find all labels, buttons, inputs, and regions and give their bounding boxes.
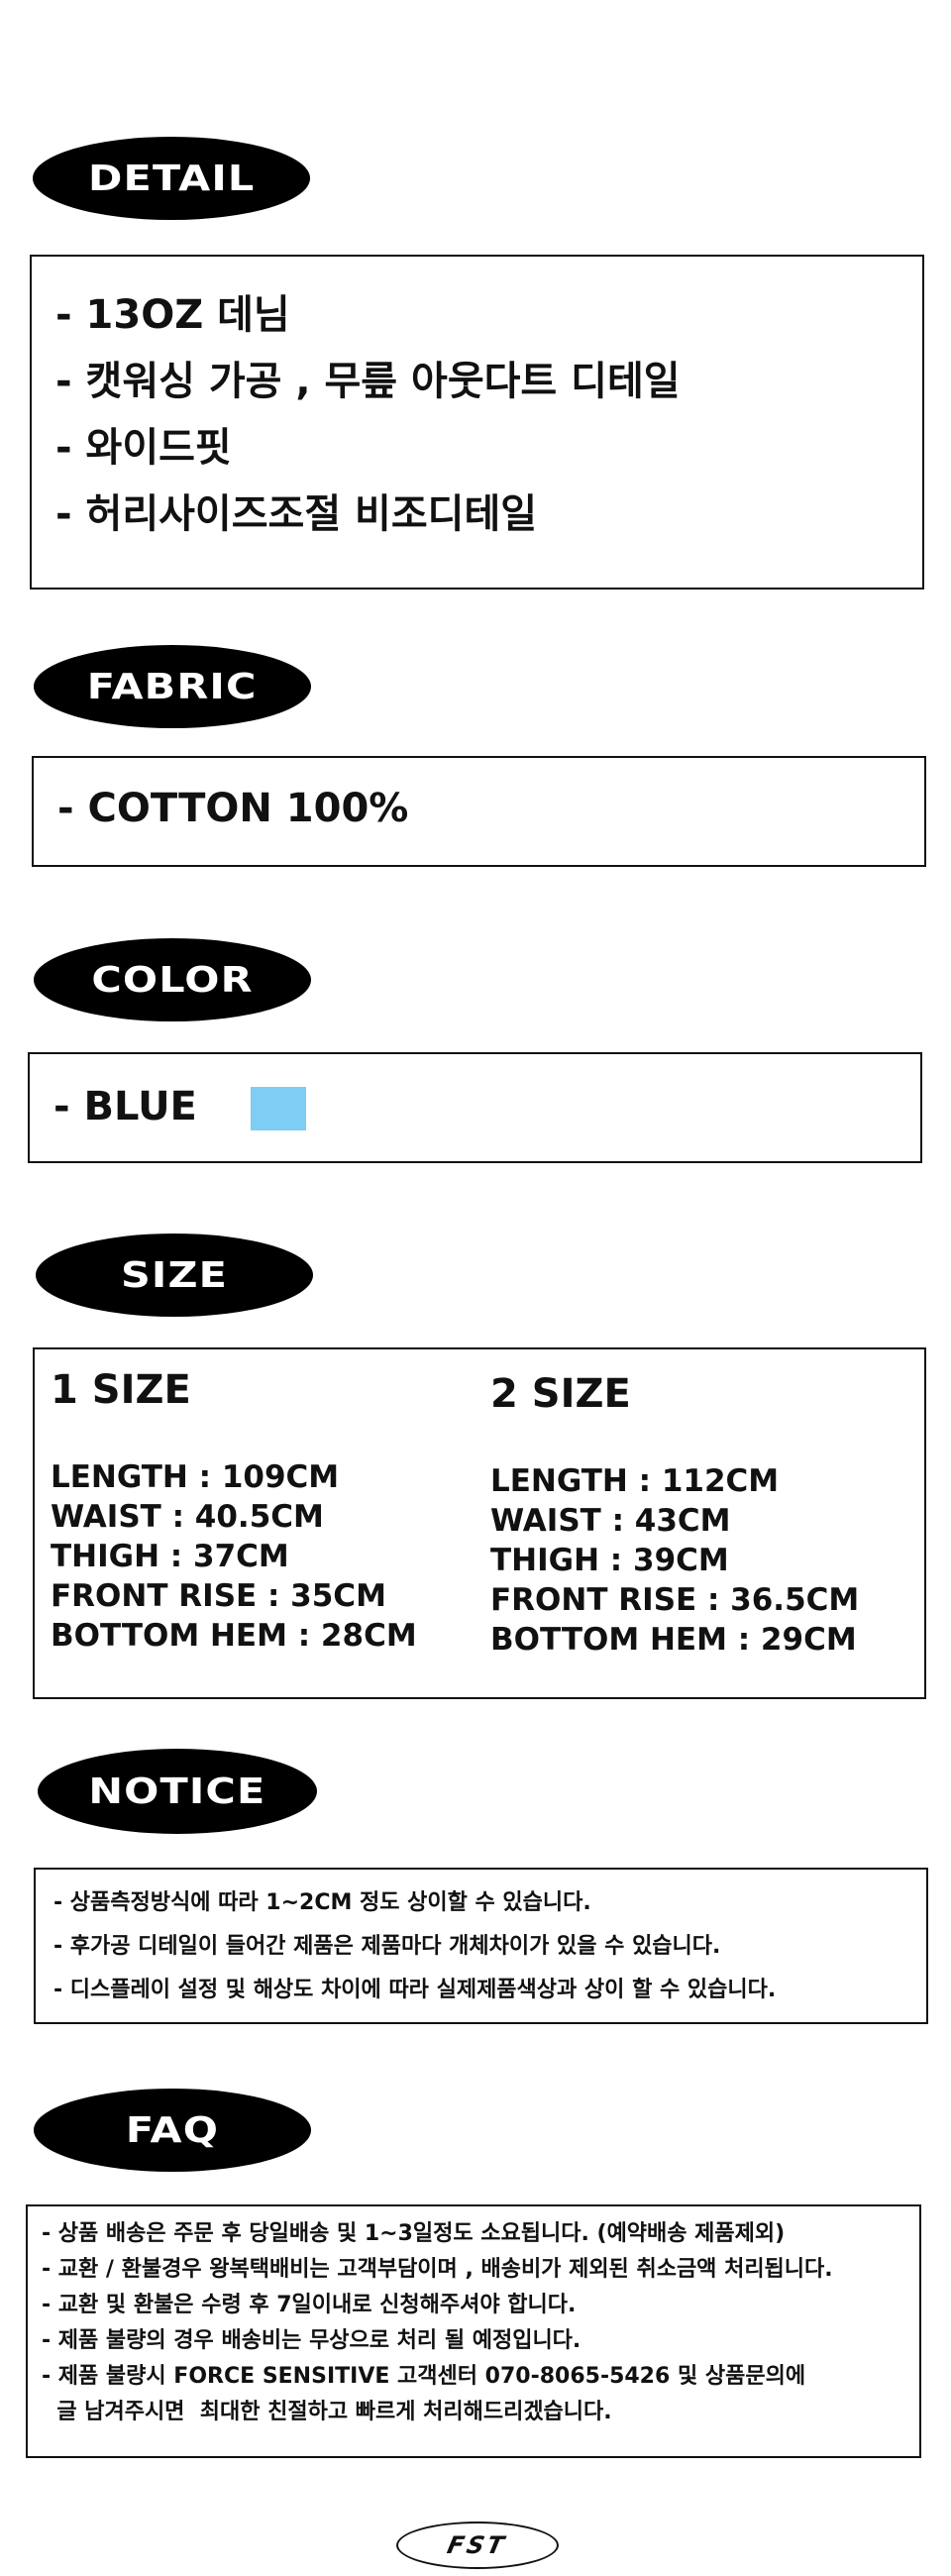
detail-line: - 와이드핏	[55, 425, 232, 471]
color-line: - BLUE	[53, 1084, 197, 1129]
detail-line: - 허리사이즈조절 비조디테일	[55, 491, 538, 537]
detail-heading: DETAIL	[33, 137, 310, 220]
size-row: WAIST : 40.5CM	[51, 1499, 324, 1535]
fabric-box: - COTTON 100%	[32, 756, 926, 867]
fabric-heading-label: FABRIC	[87, 666, 258, 707]
size-box: 1 SIZE LENGTH : 109CM WAIST : 40.5CM THI…	[33, 1347, 926, 1699]
fabric-line: - COTTON 100%	[57, 786, 409, 831]
notice-heading-label: NOTICE	[88, 1771, 266, 1812]
color-swatch	[251, 1087, 306, 1130]
color-heading: COLOR	[34, 938, 311, 1021]
faq-line: - 교환 및 환불은 수령 후 7일이내로 신청해주셔야 합니다.	[42, 2293, 577, 2317]
fabric-heading: FABRIC	[34, 645, 311, 728]
size-heading: SIZE	[36, 1234, 313, 1317]
color-heading-label: COLOR	[91, 959, 254, 1001]
brand-logo-text: FST	[445, 2531, 510, 2559]
size-row: LENGTH : 112CM	[490, 1463, 780, 1499]
faq-heading: FAQ	[34, 2089, 311, 2172]
faq-box: - 상품 배송은 주문 후 당일배송 및 1~3일정도 소요됩니다. (예약배송…	[26, 2204, 921, 2458]
size-row: THIGH : 37CM	[51, 1539, 289, 1574]
size-row: FRONT RISE : 35CM	[51, 1578, 386, 1614]
detail-box: - 13OZ 데님 - 캣워싱 가공 , 무릎 아웃다트 디테일 - 와이드핏 …	[30, 255, 924, 590]
size-row: FRONT RISE : 36.5CM	[490, 1582, 860, 1618]
detail-line: - 13OZ 데님	[55, 292, 290, 338]
brand-logo: FST	[396, 2522, 559, 2569]
notice-line: - 디스플레이 설정 및 해상도 차이에 따라 실제제품색상과 상이 할 수 있…	[53, 1978, 777, 2002]
size-row: BOTTOM HEM : 29CM	[490, 1622, 857, 1658]
faq-line: - 제품 불량의 경우 배송비는 무상으로 처리 될 예정입니다.	[42, 2328, 581, 2353]
size-heading-label: SIZE	[120, 1254, 229, 1296]
size-column-2: 2 SIZE LENGTH : 112CM WAIST : 43CM THIGH…	[490, 1371, 859, 1660]
faq-line: - 상품 배송은 주문 후 당일배송 및 1~3일정도 소요됩니다. (예약배송…	[42, 2221, 786, 2246]
notice-line: - 상품측정방식에 따라 1~2CM 정도 상이할 수 있습니다.	[53, 1890, 591, 1915]
size-column-title: 1 SIZE	[51, 1367, 191, 1413]
notice-line: - 후가공 디테일이 들어간 제품은 제품마다 개체차이가 있을 수 있습니다.	[53, 1934, 721, 1959]
color-box: - BLUE	[28, 1052, 922, 1163]
faq-line: - 교환 / 환불경우 왕복택배비는 고객부담이며 , 배송비가 제외된 취소금…	[42, 2257, 833, 2282]
faq-line: 글 남겨주시면 최대한 친절하고 빠르게 처리해드리겠습니다.	[42, 2400, 612, 2424]
faq-heading-label: FAQ	[125, 2109, 220, 2151]
size-row: WAIST : 43CM	[490, 1503, 731, 1539]
notice-heading: NOTICE	[38, 1749, 317, 1834]
size-column-1: 1 SIZE LENGTH : 109CM WAIST : 40.5CM THI…	[51, 1367, 417, 1656]
size-column-title: 2 SIZE	[490, 1371, 631, 1417]
detail-line: - 캣워싱 가공 , 무릎 아웃다트 디테일	[55, 359, 681, 404]
size-row: BOTTOM HEM : 28CM	[51, 1618, 417, 1654]
notice-box: - 상품측정방식에 따라 1~2CM 정도 상이할 수 있습니다. - 후가공 …	[34, 1868, 928, 2024]
detail-heading-label: DETAIL	[87, 158, 256, 199]
size-row: THIGH : 39CM	[490, 1543, 729, 1578]
faq-line: - 제품 불량시 FORCE SENSITIVE 고객센터 070-8065-5…	[42, 2364, 806, 2389]
size-row: LENGTH : 109CM	[51, 1459, 340, 1495]
